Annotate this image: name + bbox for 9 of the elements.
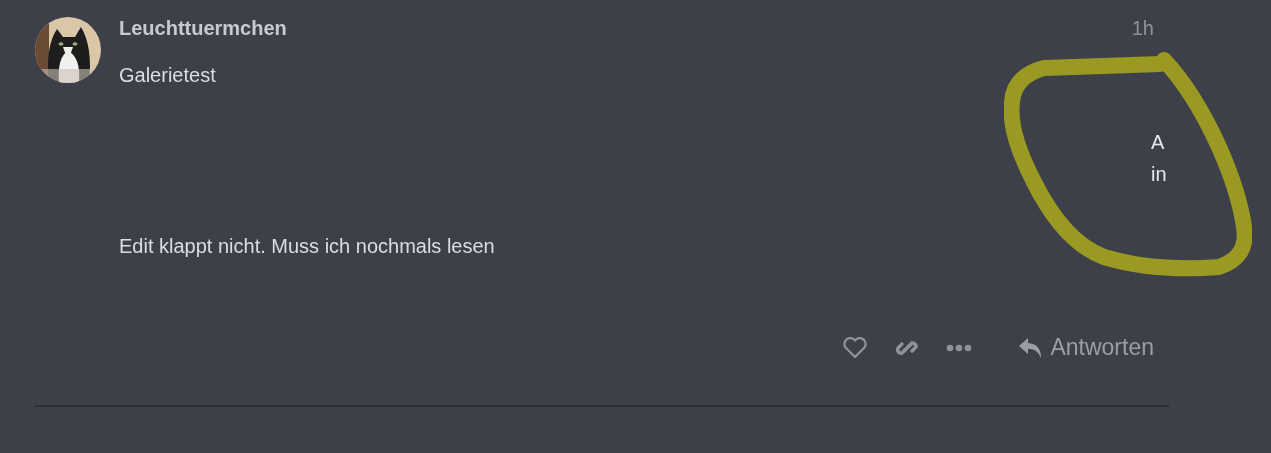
- side-text: A: [1151, 131, 1166, 154]
- side-text: in: [1151, 163, 1168, 186]
- more-button[interactable]: [946, 343, 973, 352]
- author-name[interactable]: Leuchttuermchen: [119, 17, 287, 40]
- post-text: Galerietest: [119, 64, 217, 87]
- reply-button[interactable]: Antworten: [1018, 334, 1154, 361]
- post-text: Edit klappt nicht. Muss ich nochmals lesen: [119, 235, 496, 258]
- like-button[interactable]: [842, 335, 869, 360]
- post-time[interactable]: 1h: [1131, 17, 1154, 40]
